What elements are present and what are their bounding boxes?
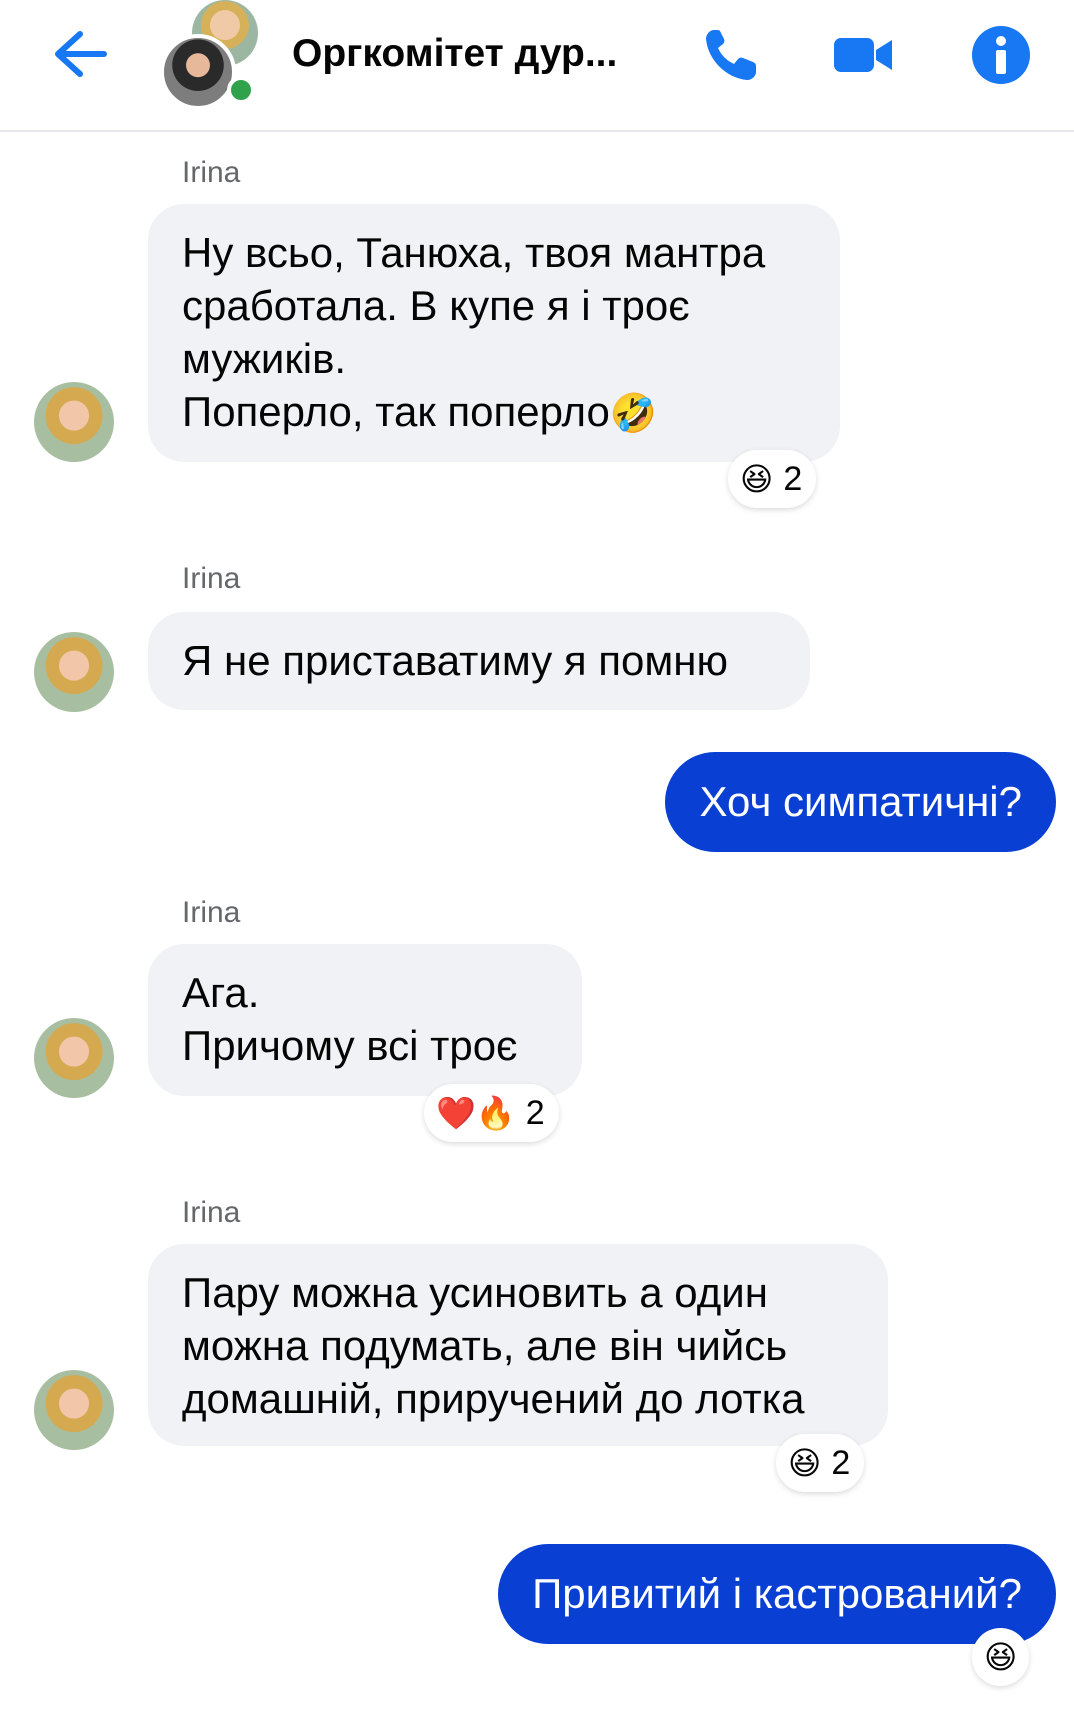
avatar[interactable] [34,382,114,462]
back-arrow-icon[interactable] [50,28,110,80]
message-bubble[interactable]: Ну всьо, Танюха, твоя мантра сработала. … [148,204,840,462]
reaction-count: 2 [525,1093,545,1132]
phone-icon[interactable] [700,24,762,86]
message-bubble[interactable]: Ага. Причому всі троє [148,944,582,1096]
rofl-emoji: 🤣 [609,391,658,435]
reaction-count: 2 [831,1443,851,1482]
member-avatar-front [160,34,236,110]
video-camera-icon[interactable] [832,24,894,86]
avatar[interactable] [34,1370,114,1450]
avatar[interactable] [34,1018,114,1098]
reaction-pill[interactable]: 😆 2 [728,450,817,508]
outgoing-message-bubble[interactable]: Хоч симпатичні? [665,752,1056,852]
info-icon[interactable] [970,24,1032,86]
sender-name: Irina [182,896,241,929]
laughing-emoji: 😆 [788,1444,822,1482]
reaction-pill[interactable]: 😆 [972,1628,1030,1686]
reaction-count: 2 [783,459,803,498]
sender-name: Irina [182,1196,241,1229]
message-text: Ага. Причому всі троє [182,969,518,1069]
message-bubble[interactable]: Я не приставатиму я помню [148,612,810,710]
message-text: Пару можна усиновить а один можна подума… [182,1269,805,1422]
reaction-pill[interactable]: 😆 2 [776,1434,865,1492]
group-avatar[interactable] [150,0,270,110]
reaction-pill[interactable]: ❤️🔥 2 [424,1084,559,1142]
sender-name: Irina [182,562,241,595]
chat-header: Оргкомітет дур... [0,0,1074,132]
heart-fire-emoji: ❤️🔥 [436,1094,516,1132]
laughing-emoji: 😆 [984,1638,1018,1676]
message-text: Хоч симпатичні? [699,778,1022,825]
sender-name: Irina [182,156,241,189]
message-text: Ну всьо, Танюха, твоя мантра сработала. … [182,229,766,435]
message-text: Привитий і кастрований? [532,1570,1022,1617]
avatar[interactable] [34,632,114,712]
message-text: Я не приставатиму я помню [182,637,728,684]
chat-title[interactable]: Оргкомітет дур... [292,30,662,78]
message-bubble[interactable]: Пару можна усиновить а один можна подума… [148,1244,888,1446]
laughing-emoji: 😆 [740,460,774,498]
online-status-dot [227,76,255,104]
outgoing-message-bubble[interactable]: Привитий і кастрований? [498,1544,1056,1644]
